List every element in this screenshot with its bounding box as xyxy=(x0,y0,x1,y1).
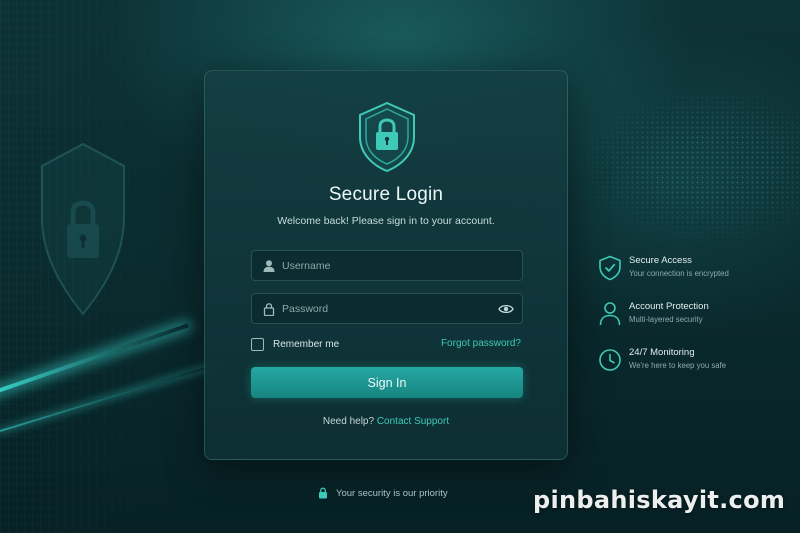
sign-in-button[interactable]: Sign In xyxy=(251,367,523,398)
feature-title: Account Protection xyxy=(629,301,709,312)
feature-description: Your connection is encrypted xyxy=(629,269,729,278)
shield-check-icon xyxy=(599,255,621,281)
user-icon xyxy=(599,302,621,326)
username-field[interactable] xyxy=(251,250,523,281)
feature-monitoring: 24/7 Monitoring We're here to keep you s… xyxy=(598,347,788,377)
feature-secure-access: Secure Access Your connection is encrypt… xyxy=(598,255,788,285)
lock-icon xyxy=(263,303,275,316)
footer-text: Your security is our priority xyxy=(336,487,448,499)
password-input[interactable] xyxy=(282,294,492,323)
feature-title: 24/7 Monitoring xyxy=(629,347,695,358)
username-input[interactable] xyxy=(282,251,492,280)
feature-description: We're here to keep you safe xyxy=(629,361,727,370)
world-map-dots xyxy=(580,90,800,240)
lock-icon xyxy=(319,487,327,499)
site-watermark: pinbahiskayit.com xyxy=(533,486,786,514)
feature-title: Secure Access xyxy=(629,255,692,266)
remember-me-checkbox[interactable] xyxy=(251,337,264,351)
shield-lock-icon xyxy=(359,101,415,173)
background-shield-icon xyxy=(41,142,125,316)
forgot-password-link[interactable]: Forgot password? xyxy=(441,338,521,349)
contact-support-link[interactable]: Contact Support xyxy=(377,416,449,427)
help-line: Need help? Contact Support xyxy=(205,416,567,427)
user-icon xyxy=(263,260,275,272)
feature-description: Multi-layered security xyxy=(629,315,703,324)
page-title: Secure Login xyxy=(328,184,444,205)
feature-account-protection: Account Protection Multi-layered securit… xyxy=(598,301,788,331)
security-footer: Your security is our priority xyxy=(318,486,448,500)
password-field[interactable] xyxy=(251,293,523,324)
remember-me-toggle[interactable]: Remember me xyxy=(251,337,339,351)
remember-me-label: Remember me xyxy=(273,338,340,350)
help-text: Need help? xyxy=(322,416,375,427)
clock-icon xyxy=(599,349,621,371)
show-password-eye-icon[interactable] xyxy=(498,302,514,316)
welcome-text: Welcome back! Please sign in to your acc… xyxy=(277,215,495,227)
login-card: Secure Login Welcome back! Please sign i… xyxy=(204,70,568,460)
